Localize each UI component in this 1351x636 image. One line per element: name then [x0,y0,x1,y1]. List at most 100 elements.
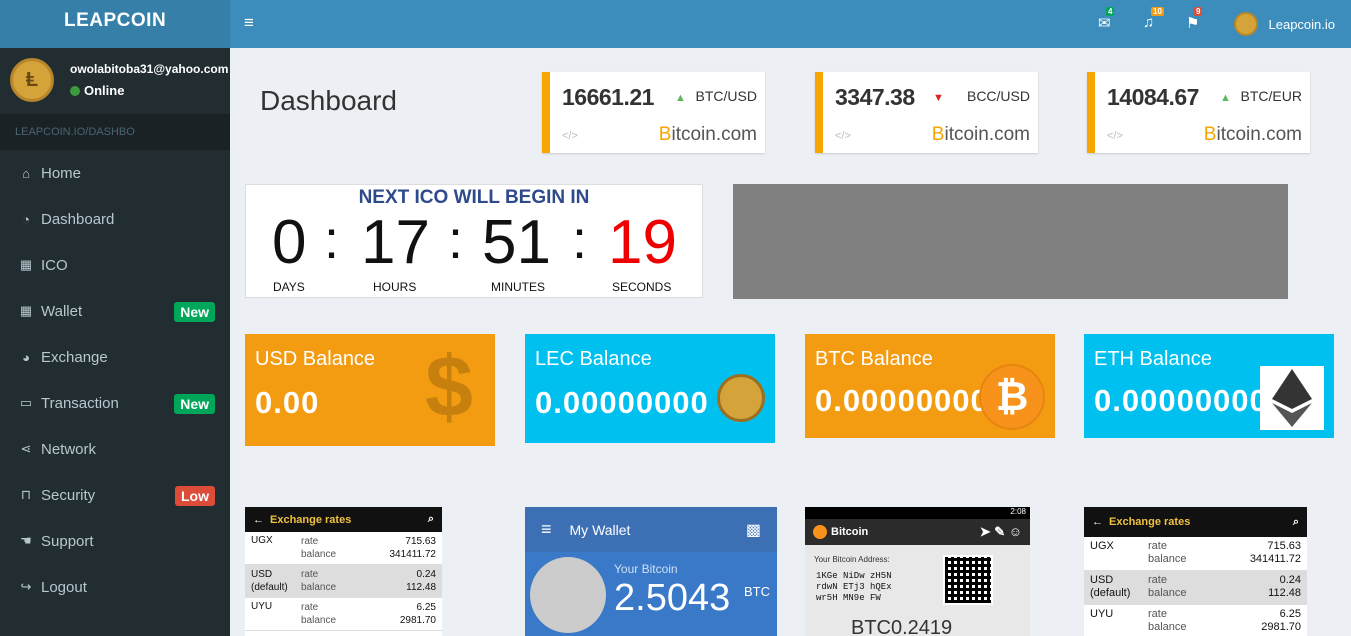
ticker-price: 3347.38 [835,84,915,110]
list-item: USD (default) rate balance 0.24 112.48 [245,565,442,598]
bitcoin-com-logo[interactable]: Bitcoin.com [1204,124,1302,146]
grid-icon: ▦ [19,257,33,272]
sidebar-item-wallet[interactable]: ▦ Wallet New [0,288,230,334]
user-email: owolabitoba31@yahoo.com [70,62,229,76]
sidebar-item-label: Support [41,532,94,550]
leapcoin-icon [717,374,765,422]
wallet-amount: 2.5043 [614,577,731,619]
bell-icon[interactable]: ♫ 10 [1143,7,1164,31]
embed-code-icon[interactable]: </> [1107,130,1123,142]
your-bitcoin-label: Your Bitcoin [614,562,678,576]
balance-label: balance [301,615,337,626]
online-dot-icon [70,85,80,96]
status-label: Online [84,83,125,98]
page-title: Dashboard [260,85,397,116]
list-item: UYU rate balance 6.25 2981.70 [1084,605,1307,636]
balance-title: LEC Balance [535,348,652,370]
brand-logo[interactable]: LEAPCOIN [0,0,230,48]
usd-balance-box: USD Balance 0.00 $ [245,334,495,446]
countdown-label: DAYS [273,280,305,294]
sidebar-item-dashboard[interactable]: ◔ Dashboard [0,196,230,242]
countdown-title: NEXT ICO WILL BEGIN IN [358,187,590,208]
embed-code-icon[interactable]: </> [835,130,851,142]
balance-value: 341411.72 [389,549,436,560]
grid-icon: ▦ [19,303,33,318]
sidebar-item-support[interactable]: ☚ Support [0,518,230,564]
rate-labels: rate balance [301,601,400,627]
up-arrow-icon: ▲ [1220,92,1231,104]
brand-text: itcoin.com [944,124,1030,145]
currency-code-text: UGX [1090,540,1114,552]
home-icon: ⌂ [22,165,30,181]
bitcoin-com-logo[interactable]: Bitcoin.com [659,124,757,146]
flags-count-badge: 9 [1194,7,1203,16]
currency-code-text: UYU [251,601,273,612]
sidebar-menu: ⌂ Home ◔ Dashboard ▦ ICO ▦ Wallet New ◕ Exchan… [0,150,230,610]
address-line: 1KGe NiDw zH5N [816,571,892,581]
list-item: UYU rate balance 6.25 2981.70 [245,598,442,631]
ad-placeholder [733,184,1288,299]
currency-default-text: (default) [1090,587,1131,599]
ticker-price: 16661.21 [562,84,654,110]
rate-values: 715.63 341411.72 [389,535,436,561]
currency-code-text: UYU [1090,608,1114,620]
currency-code: UYU [1090,608,1148,635]
sidebar-item-logout[interactable]: ↪ Logout [0,564,230,610]
balance-label: balance [1148,621,1187,633]
laptop-icon: ▭ [19,395,33,410]
brand-text: itcoin.com [671,124,757,145]
currency-code-text: USD [251,569,273,580]
sidebar-item-ico[interactable]: ▦ ICO [0,242,230,288]
flag-icon[interactable]: ⚑ 9 [1186,7,1203,32]
rate-label: rate [1148,540,1167,552]
top-navbar: ≡ ✉ 4 ♫ 10 ⚑ 9 Leapcoin.io [230,0,1351,48]
sidebar-item-label: Logout [41,578,87,596]
sidebar-item-label: Wallet [41,302,83,320]
ticker-widget: 3347.38 ▼ BCC/USD </> Bitcoin.com [815,72,1038,153]
lec-balance-box: LEC Balance 0.00000000 [525,334,775,443]
rate-values: 715.63 341411.72 [1250,540,1301,567]
up-arrow-icon: ▲ [675,92,686,104]
user-panel: Ⱡ owolabitoba31@yahoo.com Online [0,48,230,114]
low-badge: Low [175,486,215,506]
ico-countdown: NEXT ICO WILL BEGIN IN 0 : 17 : 51 : 19 … [245,184,703,298]
avatar [1233,12,1258,36]
wallet-header: ≡ My Wallet ▩ [525,507,777,552]
ethereum-icon [1260,366,1324,430]
qr-code-icon: ▩ [745,521,761,539]
sidebar-item-label: ICO [41,256,68,274]
messages-count-badge: 4 [1106,7,1115,16]
bitcoin-icon [813,525,827,539]
address-line: wr5H MN9e FW [816,593,881,603]
sidebar-item-label: Dashboard [41,210,115,228]
send-icon: ➤ ✎ ☺ [979,524,1022,539]
hamburger-menu-icon[interactable]: ≡ [244,13,254,33]
bitcoin-com-logo[interactable]: Bitcoin.com [932,124,1030,146]
search-icon: ⌕ [1292,515,1299,528]
eth-balance-box: ETH Balance 0.00000000 [1084,334,1334,438]
breadcrumb: LEAPCOIN.IO/DASHBO [0,114,230,150]
avatar [530,557,606,633]
app-title: Bitcoin [831,526,869,538]
back-arrow-icon: ← [253,513,264,526]
user-menu[interactable]: Leapcoin.io [1233,12,1335,36]
countdown-days: 0 [272,208,307,277]
sidebar-item-home[interactable]: ⌂ Home [0,150,230,196]
countdown-label: SECONDS [612,280,672,294]
rate-values: 6.25 2981.70 [400,601,436,627]
exchange-title: Exchange rates [270,513,352,526]
rate-value: 6.25 [1279,608,1301,620]
address-label: Your Bitcoin Address: [814,555,890,564]
envelope-icon[interactable]: ✉ 4 [1098,7,1115,32]
embed-code-icon[interactable]: </> [562,130,578,142]
sidebar-item-transaction[interactable]: ▭ Transaction New [0,380,230,426]
rate-label: rate [301,536,319,547]
sidebar-item-network[interactable]: ⋖ Network [0,426,230,472]
sidebar-item-exchange[interactable]: ◕ Exchange [0,334,230,380]
rate-value: 715.63 [1267,540,1301,552]
countdown-hours: 17 [361,208,430,277]
sidebar-item-security[interactable]: ⊓ Security Low [0,472,230,518]
currency-code: USD (default) [1090,574,1148,601]
down-arrow-icon: ▼ [933,92,944,104]
balance-value: 2981.70 [1261,621,1301,633]
